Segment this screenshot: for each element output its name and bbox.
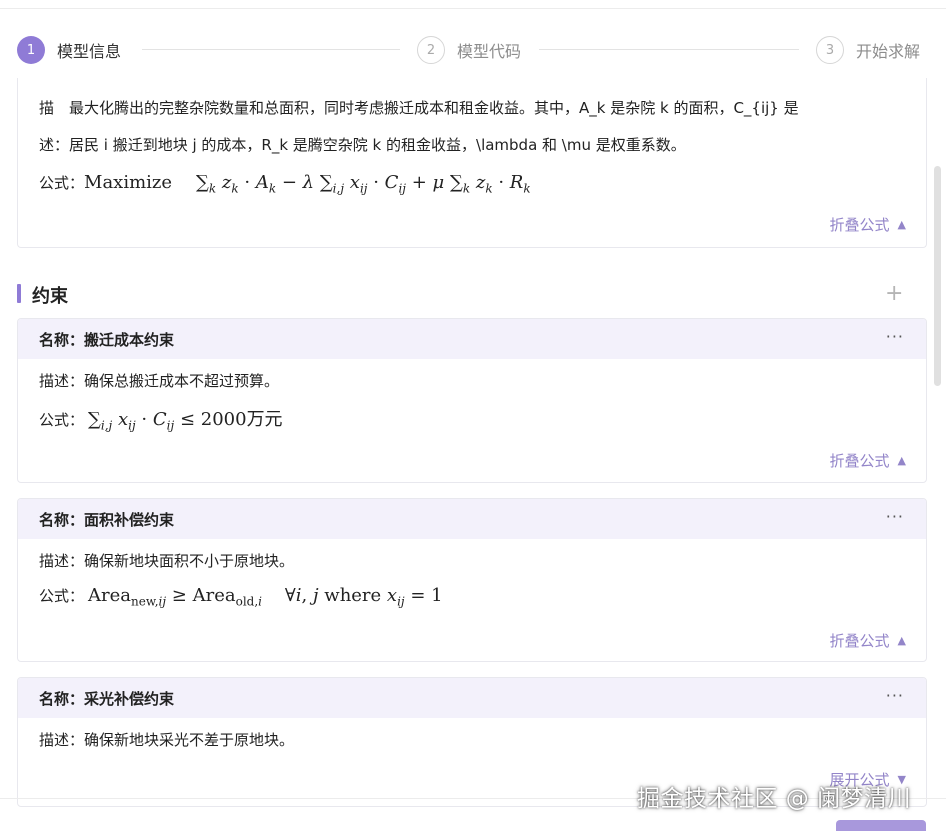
step-label: 模型代码 <box>457 42 522 61</box>
formula-label: 公式： <box>39 411 85 429</box>
more-icon[interactable]: ··· <box>886 327 904 346</box>
fold-formula-button[interactable]: 折叠公式 ▲ <box>830 450 906 471</box>
step-model-code[interactable]: 2 模型代码 <box>417 35 521 65</box>
fold-formula-button[interactable]: 折叠公式 ▲ <box>830 630 906 651</box>
constraint-name: 名称：面积补偿约束 <box>39 511 175 529</box>
constraints-section-title: 约束 <box>32 286 68 307</box>
more-icon[interactable]: ··· <box>886 686 904 705</box>
steps-bar: 1 模型信息 2 模型代码 3 开始求解 <box>17 35 946 65</box>
watermark: 掘金技术社区 @ 阑梦清川 <box>637 786 912 812</box>
objective-math: ∑k zk · Ak − λ ∑i,j xij · Cij + μ ∑k zk … <box>196 172 531 196</box>
constraint-header: 名称：采光补偿约束 ··· <box>18 678 926 718</box>
section-accent-bar <box>17 284 21 303</box>
constraint-card: 名称：面积补偿约束 ··· 描述：确保新地块面积不小于原地块。 公式： Area… <box>17 498 927 662</box>
constraint-header: 名称：搬迁成本约束 ··· <box>18 319 926 359</box>
step-model-info[interactable]: 1 模型信息 <box>17 35 121 65</box>
objective-description-line2: 述：居民 i 搬迁到地块 j 的成本，R_k 是腾空杂院 k 的租金收益，\la… <box>39 136 686 154</box>
caret-up-icon: ▲ <box>897 218 906 231</box>
step-number: 2 <box>417 36 445 64</box>
step-connector <box>142 49 400 50</box>
formula-label: 公式： <box>39 174 85 192</box>
constraint-description: 描述：确保新地块面积不小于原地块。 <box>39 552 295 570</box>
formula-prefix: Maximize <box>84 172 173 193</box>
constraint-formula: 公式： Areanew,ij ≥ Areaold,i ∀i, j where x… <box>39 585 443 609</box>
constraint-card: 名称：搬迁成本约束 ··· 描述：确保总搬迁成本不超过预算。 公式： ∑i,j … <box>17 318 927 483</box>
constraint-name: 名称：采光补偿约束 <box>39 690 175 708</box>
step-connector <box>539 49 799 50</box>
objective-description-line1: 描 最大化腾出的完整杂院数量和总面积，同时考虑搬迁成本和租金收益。其中，A_k … <box>39 99 799 117</box>
constraint-description: 描述：确保总搬迁成本不超过预算。 <box>39 372 280 390</box>
fold-label: 折叠公式 <box>829 632 890 650</box>
constraint-name: 名称：搬迁成本约束 <box>39 331 175 349</box>
step-start-solve[interactable]: 3 开始求解 <box>816 35 920 65</box>
constraint-math: Areanew,ij ≥ Areaold,i ∀i, j where xij =… <box>88 585 443 609</box>
step-label: 开始求解 <box>856 42 921 61</box>
fold-formula-button[interactable]: 折叠公式 ▲ <box>830 214 906 235</box>
top-divider <box>0 8 946 9</box>
add-constraint-icon[interactable]: + <box>885 283 903 305</box>
step-label: 模型信息 <box>57 42 122 61</box>
more-icon[interactable]: ··· <box>886 507 904 526</box>
caret-up-icon: ▲ <box>897 454 906 467</box>
step-number: 1 <box>17 36 45 64</box>
step-number: 3 <box>816 36 844 64</box>
constraint-description: 描述：确保新地块采光不差于原地块。 <box>39 731 295 749</box>
constraint-formula: 公式： ∑i,j xij · Cij ≤ 2000万元 <box>39 405 283 433</box>
constraint-math: ∑i,j xij · Cij ≤ 2000万元 <box>88 409 283 433</box>
fold-label: 折叠公式 <box>829 452 890 470</box>
scrollbar-thumb[interactable] <box>934 166 941 386</box>
objective-formula: 公式： Maximize ∑k zk · Ak − λ ∑i,j xij · C… <box>39 172 531 196</box>
next-button[interactable] <box>836 820 926 831</box>
caret-up-icon: ▲ <box>897 634 906 647</box>
formula-label: 公式： <box>39 587 85 605</box>
objective-card: 描 最大化腾出的完整杂院数量和总面积，同时考虑搬迁成本和租金收益。其中，A_k … <box>17 78 927 248</box>
constraint-header: 名称：面积补偿约束 ··· <box>18 499 926 539</box>
fold-label: 折叠公式 <box>829 216 890 234</box>
formula-unit: 万元 <box>246 409 283 430</box>
